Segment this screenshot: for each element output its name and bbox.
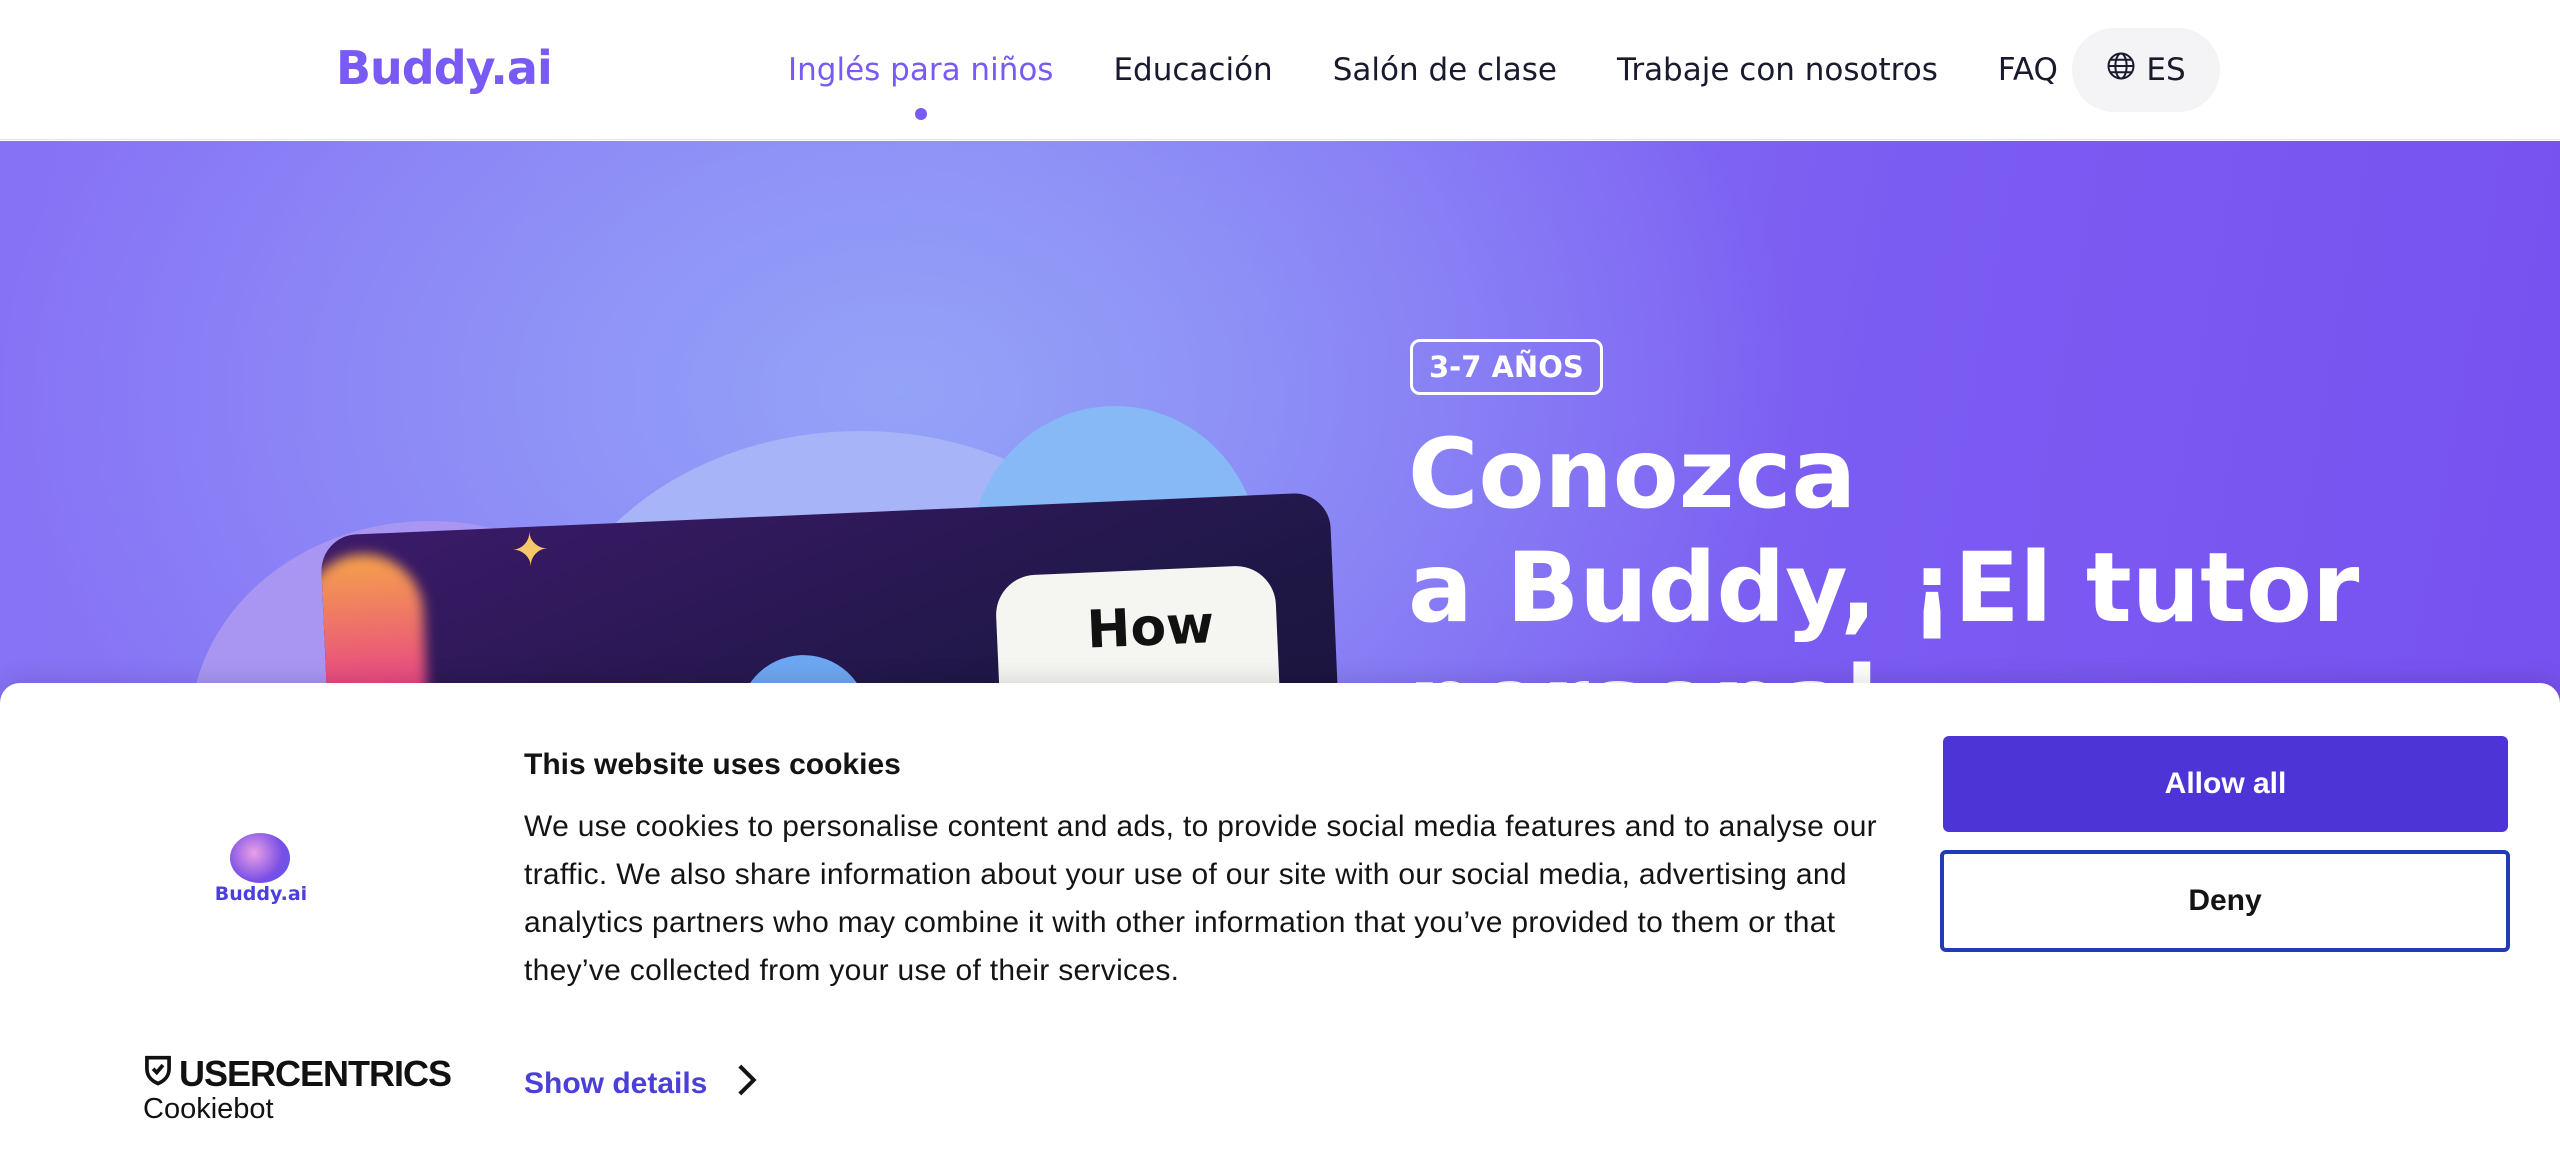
star-icon: ✦: [509, 523, 551, 577]
hero-title-line: a Buddy, ¡El tutor: [1408, 532, 2360, 644]
cookie-logo-text: Buddy.ai: [214, 883, 308, 905]
nav-item-trabaje[interactable]: Trabaje con nosotros: [1617, 52, 1938, 88]
nav-item-label: Salón de clase: [1332, 52, 1557, 88]
nav-item-label: Inglés para niños: [788, 52, 1054, 88]
nav-item-salon[interactable]: Salón de clase: [1333, 52, 1557, 88]
age-badge: 3-7 AÑOS: [1410, 339, 1603, 395]
allow-all-button[interactable]: Allow all: [1943, 736, 2508, 832]
globe-icon: [2106, 51, 2136, 89]
nav-item-educacion[interactable]: Educación: [1113, 52, 1272, 88]
shield-icon: [143, 1053, 173, 1095]
cookie-banner-logo: Buddy.ai: [206, 831, 316, 911]
buddy-logo[interactable]: Buddy.ai: [336, 36, 553, 100]
show-details-link[interactable]: Show details: [524, 1063, 757, 1105]
main-nav: Inglés para niños Educación Salón de cla…: [788, 40, 2058, 120]
hero-title-line: Conozca: [1408, 418, 1857, 530]
nav-item-label: FAQ: [1997, 52, 2058, 88]
active-indicator: [914, 108, 927, 120]
usercentrics-name: USERCENTRICS: [143, 1053, 452, 1095]
language-label: ES: [2146, 52, 2186, 88]
site-header: Buddy.ai Inglés para niños Educación Sal…: [0, 0, 2560, 140]
nav-item-label: Trabaje con nosotros: [1616, 52, 1938, 88]
usercentrics-brand[interactable]: USERCENTRICS Cookiebot: [143, 1053, 452, 1126]
usercentrics-label: USERCENTRICS: [179, 1053, 452, 1094]
logo-text: Buddy.ai: [336, 41, 553, 95]
language-selector[interactable]: ES: [2072, 28, 2220, 112]
nav-item-faq[interactable]: FAQ: [1998, 52, 2058, 88]
speech-bubble-text: How: [1085, 595, 1216, 661]
deny-button[interactable]: Deny: [1940, 850, 2510, 952]
chevron-right-icon: [735, 1063, 757, 1105]
buddy-logo-icon: [230, 833, 290, 883]
cookie-description: We use cookies to personalise content an…: [524, 810, 1877, 987]
nav-item-label: Educación: [1113, 52, 1273, 88]
nav-item-ingles[interactable]: Inglés para niños: [788, 52, 1054, 120]
cookie-banner: Buddy.ai USERCENTRICS Cookiebot This web…: [0, 683, 2560, 1162]
cookiebot-label: Cookiebot: [143, 1093, 274, 1125]
show-details-label: Show details: [524, 1067, 708, 1100]
cookie-title: This website uses cookies: [524, 748, 901, 781]
